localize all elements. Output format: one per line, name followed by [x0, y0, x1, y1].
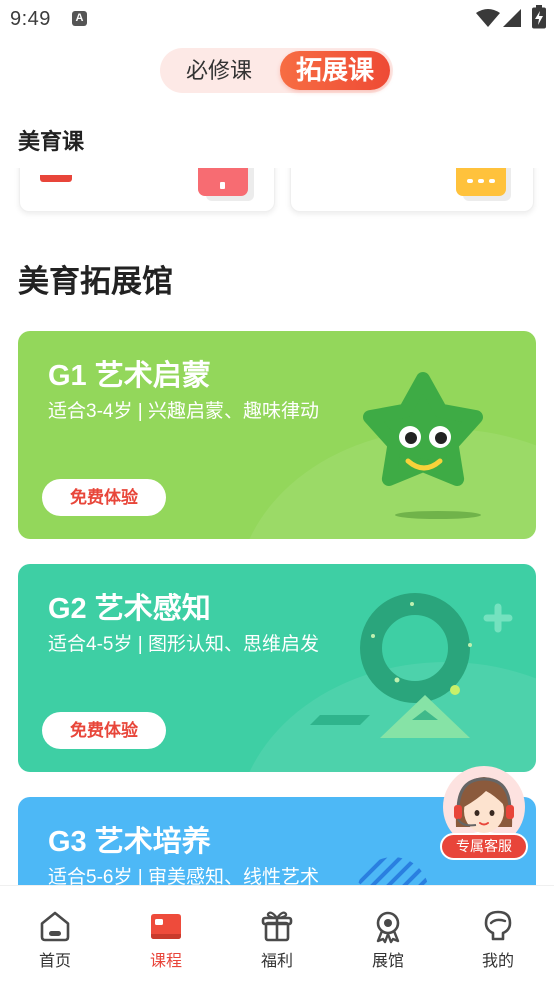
customer-service-button[interactable]: 专属客服: [440, 765, 528, 861]
gift-icon: [261, 911, 293, 942]
tab-extension-courses[interactable]: 拓展课: [280, 51, 390, 90]
aesthetic-card-right[interactable]: [290, 168, 534, 212]
nav-item-mine[interactable]: 我的: [443, 886, 553, 985]
section-title-hall: 美育拓展馆: [18, 264, 173, 299]
signal-icon: [503, 9, 521, 27]
course-icon: [151, 914, 181, 939]
tab-required-courses[interactable]: 必修课: [160, 48, 278, 93]
notification-a-icon: A: [72, 11, 87, 26]
nav-label: 展馆: [371, 953, 404, 970]
yellow-card-icon: [456, 168, 506, 196]
profile-icon: [484, 910, 512, 941]
nav-label: 我的: [481, 953, 514, 970]
aesthetic-card-left[interactable]: [19, 168, 275, 212]
nav-item-courses[interactable]: 课程: [111, 886, 221, 985]
status-bar: 9:49 A: [0, 0, 554, 38]
nav-item-hall[interactable]: 展馆: [333, 886, 443, 985]
wifi-icon: [476, 9, 500, 27]
section-title-aesthetic: 美育课: [18, 129, 85, 154]
red-tag-icon: [40, 175, 72, 182]
nav-label: 福利: [260, 953, 293, 970]
ring-shapes-icon: [310, 593, 513, 738]
course-title: G1 艺术启蒙: [48, 360, 211, 392]
customer-service-label: 专属客服: [440, 833, 528, 860]
status-time: 9:49: [10, 8, 51, 30]
nav-label: 首页: [38, 953, 71, 970]
star-mascot-icon: [363, 372, 483, 486]
nav-item-benefits[interactable]: 福利: [222, 886, 332, 985]
course-card-g2[interactable]: G2 艺术感知 适合4-5岁 | 图形认知、思维启发 免费体验: [18, 564, 536, 772]
battery-charging-icon: [532, 5, 546, 29]
course-title: G2 艺术感知: [48, 593, 211, 625]
nav-item-home[interactable]: 首页: [0, 886, 110, 985]
course-card-g1[interactable]: G1 艺术启蒙 适合3-4岁 | 兴趣启蒙、趣味律动 免费体验: [18, 331, 536, 539]
stripes-icon: [357, 857, 429, 885]
bottom-nav: 首页 课程 福利 展馆 我的: [0, 885, 554, 984]
medal-icon: [376, 911, 400, 944]
course-subtitle: 适合3-4岁 | 兴趣启蒙、趣味律动: [48, 401, 319, 422]
mascot-shadow: [395, 511, 481, 519]
free-trial-button[interactable]: 免费体验: [42, 712, 166, 749]
course-subtitle: 适合4-5岁 | 图形认知、思维启发: [48, 634, 319, 655]
pink-card-icon: [198, 168, 248, 196]
nav-label: 课程: [149, 953, 182, 970]
home-icon: [40, 911, 70, 942]
course-subtitle: 适合5-6岁 | 审美感知、线性艺术: [48, 867, 319, 885]
free-trial-button[interactable]: 免费体验: [42, 479, 166, 516]
course-title: G3 艺术培养: [48, 826, 211, 858]
course-type-toggle: 必修课 拓展课: [160, 48, 393, 93]
